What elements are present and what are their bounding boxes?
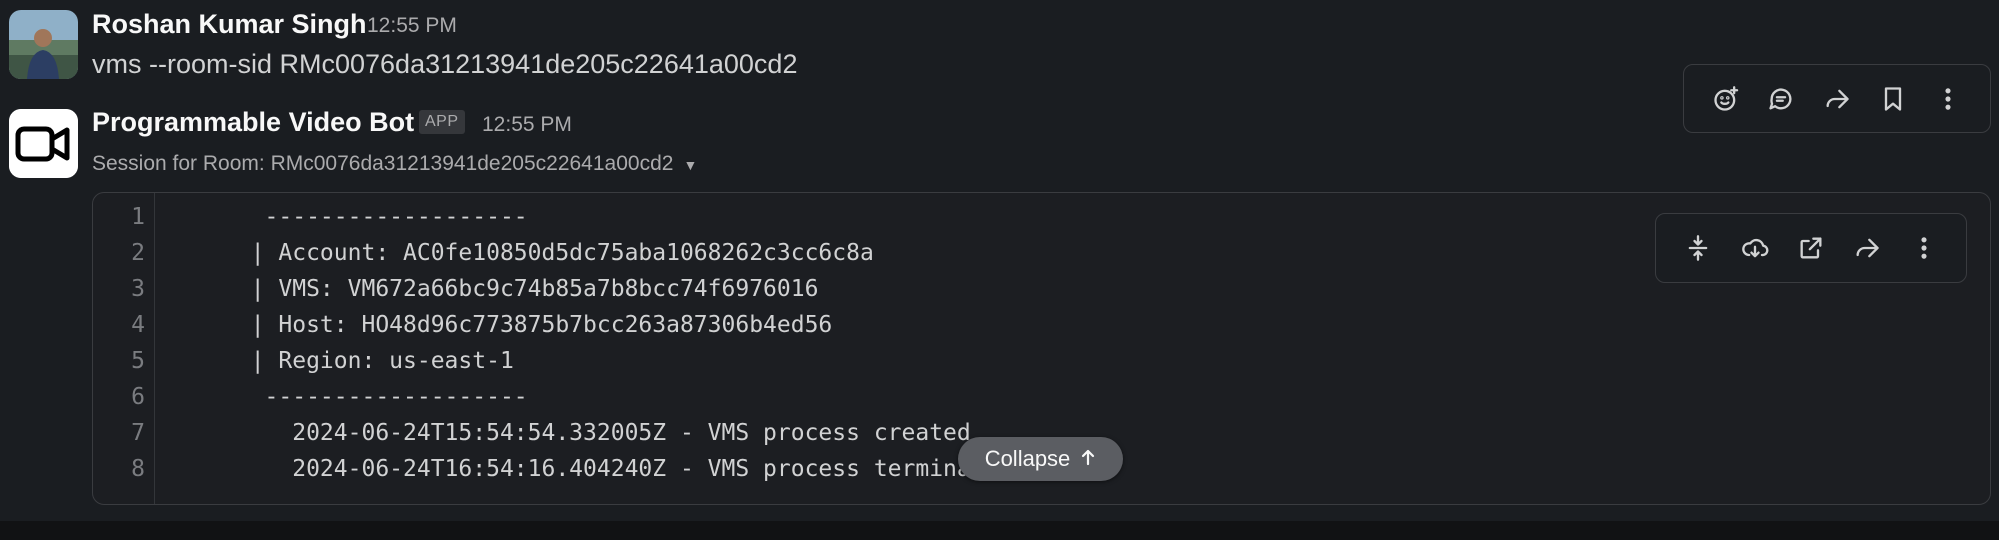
forward-icon[interactable] (1815, 77, 1859, 121)
line-number: 7 (131, 420, 145, 446)
session-subtitle-text: Session for Room: RMc0076da31213941de205… (92, 152, 674, 175)
code-line-text: | VMS: VM672a66bc9c74b85a7b8bcc74f697601… (223, 276, 819, 302)
bot-message-timestamp[interactable]: 12:55 PM (482, 113, 572, 137)
more-icon[interactable] (1902, 226, 1946, 270)
reply-in-thread-icon[interactable] (1759, 77, 1803, 121)
add-reaction-icon[interactable] (1704, 77, 1748, 121)
user-avatar[interactable] (9, 10, 78, 79)
bookmark-icon[interactable] (1871, 77, 1915, 121)
code-line: 6 ------------------- (93, 379, 1990, 415)
line-number: 5 (131, 348, 145, 374)
line-number: 4 (131, 312, 145, 338)
author-name[interactable]: Roshan Kumar Singh (92, 9, 367, 40)
bot-avatar[interactable] (9, 109, 78, 178)
code-line-text: 2024-06-24T15:54:54.332005Z - VMS proces… (223, 420, 971, 446)
code-line: 4 | Host: HO48d96c773875b7bcc263a87306b4… (93, 307, 1990, 343)
arrow-up-icon (1080, 446, 1096, 472)
app-badge: APP (419, 110, 465, 134)
code-block-toolbar (1655, 213, 1967, 283)
code-line-text: 2024-06-24T16:54:16.404240Z - VMS proces… (223, 456, 1013, 482)
open-external-icon[interactable] (1789, 226, 1833, 270)
message-timestamp[interactable]: 12:55 PM (367, 14, 457, 38)
more-actions-icon[interactable] (1926, 77, 1970, 121)
line-number: 2 (131, 240, 145, 266)
collapse-button[interactable]: Collapse (958, 437, 1123, 481)
line-number: 6 (131, 384, 145, 410)
code-line-text: | Host: HO48d96c773875b7bcc263a87306b4ed… (223, 312, 833, 338)
bottom-divider (0, 521, 1999, 540)
session-subtitle[interactable]: Session for Room: RMc0076da31213941de205… (92, 152, 697, 176)
code-line-text: | Region: us-east-1 (223, 348, 514, 374)
code-line-text: ------------------- (223, 384, 528, 410)
collapse-label: Collapse (984, 446, 1071, 471)
download-icon[interactable] (1733, 226, 1777, 270)
message-actions-toolbar (1683, 64, 1991, 133)
code-line-text: ------------------- (223, 204, 528, 230)
code-line: 5 | Region: us-east-1 (93, 343, 1990, 379)
caret-down-icon[interactable]: ▼ (683, 157, 697, 173)
message-text: vms --room-sid RMc0076da31213941de205c22… (92, 49, 798, 79)
collapse-lines-icon[interactable] (1676, 226, 1720, 270)
share-icon[interactable] (1845, 226, 1889, 270)
bot-name[interactable]: Programmable Video Bot (92, 107, 414, 138)
line-number: 8 (131, 456, 145, 482)
code-line-text: | Account: AC0fe10850d5dc75aba1068262c3c… (223, 240, 874, 266)
line-number: 1 (131, 204, 145, 230)
line-number: 3 (131, 276, 145, 302)
